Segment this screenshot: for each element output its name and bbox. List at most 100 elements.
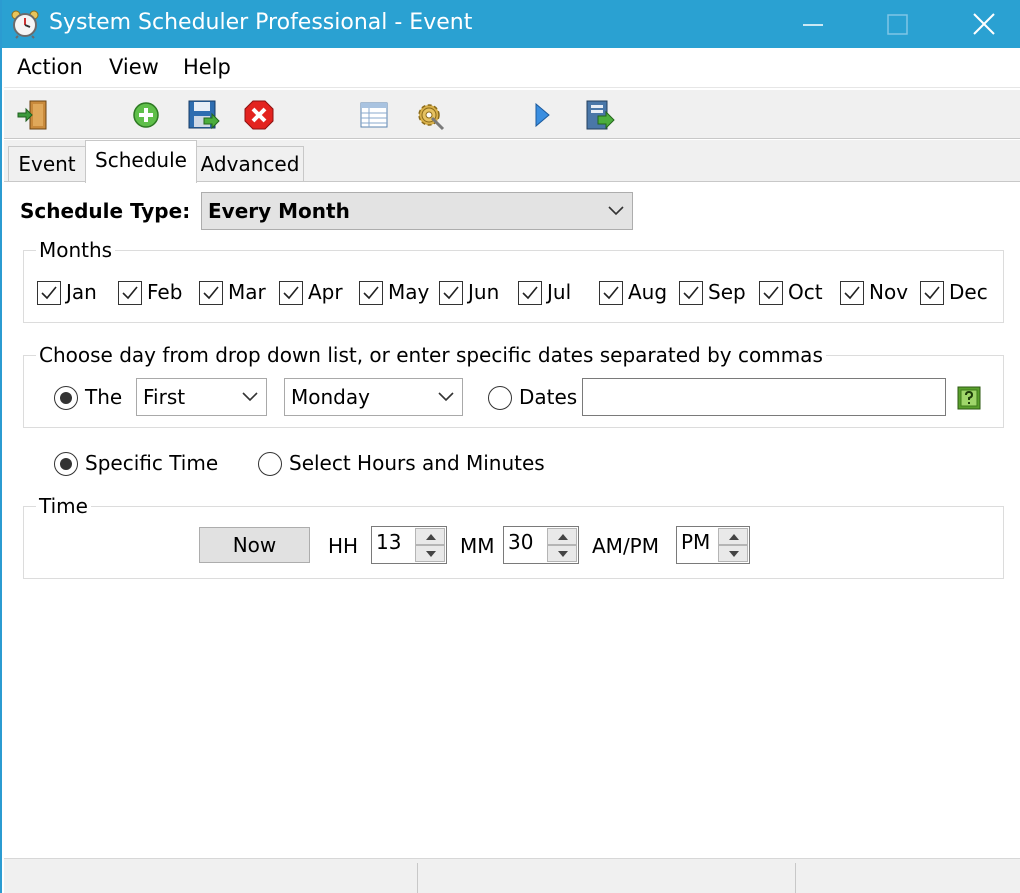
checkbox-box[interactable] — [759, 281, 783, 305]
mm-spin-down[interactable] — [547, 545, 577, 562]
list-view-button[interactable] — [357, 98, 391, 132]
mm-spinner[interactable]: 30 — [503, 526, 579, 564]
run-play-icon — [535, 102, 550, 128]
checkmark-icon — [41, 286, 57, 300]
checkbox-box[interactable] — [279, 281, 303, 305]
dates-help-button[interactable] — [957, 386, 981, 410]
menu-bar: Action View Help — [4, 48, 1020, 88]
ampm-spinner[interactable]: PM — [676, 526, 750, 564]
delete-button[interactable] — [242, 98, 276, 132]
menu-help[interactable]: Help — [183, 55, 231, 79]
status-bar — [4, 858, 1020, 893]
menu-action[interactable]: Action — [17, 55, 83, 79]
settings-gear-icon — [418, 104, 445, 131]
radio-the-label: The — [85, 385, 123, 409]
checkmark-icon — [443, 286, 459, 300]
hh-spin-up[interactable] — [415, 528, 445, 545]
add-button[interactable] — [129, 98, 163, 132]
hh-value: 13 — [376, 530, 402, 554]
radio-dates-circle[interactable] — [488, 386, 512, 410]
radio-selected-dot — [60, 392, 72, 404]
schedule-type-label: Schedule Type: — [20, 199, 191, 223]
tab-event[interactable]: Event — [8, 146, 86, 182]
arrow-down-icon — [426, 551, 436, 557]
toolbar — [4, 89, 1020, 139]
month-label: May — [388, 280, 430, 304]
arrow-down-icon — [729, 551, 739, 557]
day-group: Choose day from drop down list, or enter… — [23, 343, 1004, 428]
checkmark-icon — [763, 286, 779, 300]
schedule-type-select[interactable]: Every Month — [201, 192, 633, 230]
menu-view[interactable]: View — [109, 55, 159, 79]
checkmark-icon — [283, 286, 299, 300]
checkbox-box[interactable] — [679, 281, 703, 305]
checkbox-box[interactable] — [599, 281, 623, 305]
settings-button[interactable] — [412, 98, 446, 132]
checkbox-box[interactable] — [359, 281, 383, 305]
run-button[interactable] — [525, 98, 559, 132]
list-icon — [360, 102, 388, 128]
time-group: Time Now HH 13 MM 30 AM/PM PM — [23, 494, 1004, 579]
checkbox-box[interactable] — [199, 281, 223, 305]
radio-specific-time-label: Specific Time — [85, 451, 219, 475]
month-label: Aug — [628, 280, 668, 304]
ampm-value: PM — [681, 530, 711, 554]
help-icon — [957, 386, 981, 410]
title-bar[interactable]: System Scheduler Professional - Event — [2, 0, 1020, 48]
radio-specific-time-circle[interactable] — [54, 452, 78, 476]
schedule-type-value: Every Month — [208, 199, 350, 223]
checkmark-icon — [603, 286, 619, 300]
arrow-up-icon — [426, 534, 436, 540]
save-icon — [188, 100, 220, 130]
radio-the-circle[interactable] — [54, 386, 78, 410]
checkbox-box[interactable] — [118, 281, 142, 305]
export-button[interactable] — [582, 98, 616, 132]
ampm-spin-up[interactable] — [718, 528, 748, 545]
radio-dates-label: Dates — [519, 385, 578, 409]
status-divider — [417, 863, 418, 893]
ampm-spin-down[interactable] — [718, 545, 748, 562]
weekday-select[interactable]: Monday — [284, 378, 463, 416]
checkmark-icon — [122, 286, 138, 300]
now-button[interactable]: Now — [199, 527, 310, 563]
arrow-down-icon — [558, 551, 568, 557]
months-group: Months Jan Feb Mar Apr May Jun Jul Aug Sep Oct Nov… — [23, 238, 1004, 323]
save-button[interactable] — [186, 98, 220, 132]
checkbox-box[interactable] — [840, 281, 864, 305]
checkbox-box[interactable] — [920, 281, 944, 305]
chevron-down-icon — [608, 206, 624, 216]
tab-schedule[interactable]: Schedule — [85, 140, 197, 183]
minimize-button[interactable] — [770, 0, 856, 48]
checkbox-box[interactable] — [37, 281, 61, 305]
time-group-title: Time — [36, 494, 91, 518]
chevron-down-icon — [242, 392, 258, 402]
hh-spin-down[interactable] — [415, 545, 445, 562]
mm-spin-up[interactable] — [547, 528, 577, 545]
app-window: System Scheduler Professional - Event Ac… — [0, 0, 1020, 893]
checkmark-icon — [522, 286, 538, 300]
ordinal-value: First — [143, 385, 186, 409]
month-label: Apr — [308, 280, 343, 304]
tab-advanced[interactable]: Advanced — [196, 146, 304, 182]
chevron-down-icon — [438, 392, 454, 402]
month-label: Feb — [147, 280, 183, 304]
month-label: Sep — [708, 280, 746, 304]
maximize-icon — [887, 14, 908, 35]
exit-button[interactable] — [16, 98, 50, 132]
schedule-panel: Schedule Type: Every Month Months Jan Feb… — [4, 182, 1020, 858]
arrow-up-icon — [558, 534, 568, 540]
ordinal-select[interactable]: First — [136, 378, 267, 416]
checkmark-icon — [363, 286, 379, 300]
checkbox-box[interactable] — [439, 281, 463, 305]
hh-spinner[interactable]: 13 — [371, 526, 447, 564]
checkbox-box[interactable] — [518, 281, 542, 305]
delete-icon — [244, 100, 274, 130]
add-icon — [133, 102, 159, 128]
exit-door-icon — [17, 100, 47, 130]
dates-input[interactable] — [582, 378, 946, 416]
radio-hours-minutes-circle[interactable] — [258, 452, 282, 476]
month-label: Jan — [66, 280, 97, 304]
maximize-button[interactable] — [855, 0, 941, 48]
close-button[interactable] — [940, 0, 1020, 48]
month-label: Jun — [468, 280, 500, 304]
